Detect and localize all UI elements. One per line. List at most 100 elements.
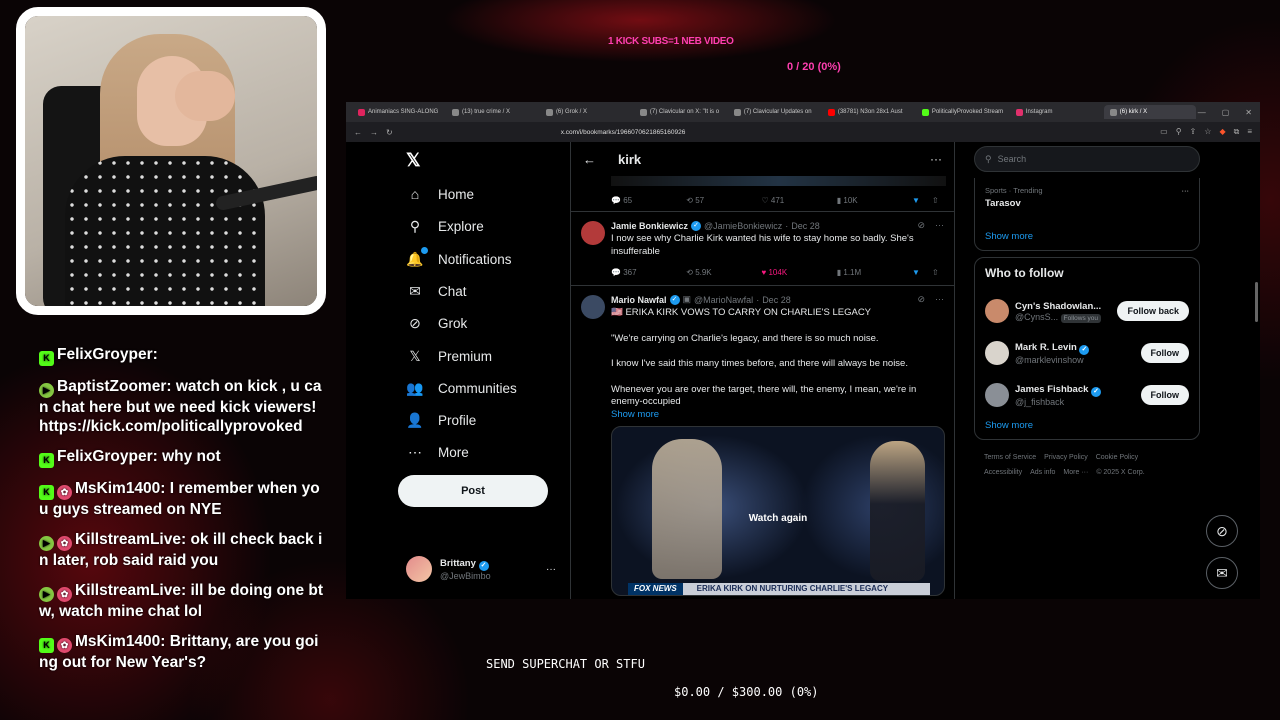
- url-field[interactable]: x.com/i/bookmarks/1966070621865160926: [561, 129, 686, 136]
- suggestion-name[interactable]: James Fishback: [1015, 384, 1088, 395]
- favicon-icon: [639, 108, 647, 116]
- browser-tab[interactable]: Animaniacs SING-ALONG: [352, 105, 444, 119]
- footer-link[interactable]: Accessibility: [984, 469, 1022, 476]
- bookmark-star-icon[interactable]: ☆: [1204, 127, 1211, 137]
- reply-button[interactable]: 💬 65: [611, 196, 686, 205]
- more-dots-icon[interactable]: ···: [930, 152, 942, 166]
- scrollbar[interactable]: [1255, 282, 1258, 322]
- avatar[interactable]: [581, 295, 605, 319]
- search-input[interactable]: ⚲ Search: [974, 146, 1200, 172]
- tweet-author-handle[interactable]: @JamieBonkiewicz: [704, 221, 782, 231]
- footer-link[interactable]: Terms of Service: [984, 454, 1036, 461]
- nav-item-more[interactable]: ⋯ More: [406, 444, 469, 461]
- grok-icon[interactable]: ⊘: [917, 220, 925, 231]
- follow-button[interactable]: Follow: [1140, 343, 1189, 363]
- tweet-author-name[interactable]: Mario Nawfal: [611, 295, 667, 305]
- follow-button[interactable]: Follow back: [1117, 301, 1189, 321]
- share-icon[interactable]: ⇪: [1190, 127, 1197, 137]
- nav-item-profile[interactable]: 👤 Profile: [406, 412, 476, 429]
- zoom-icon[interactable]: ⚲: [1176, 127, 1182, 137]
- bookmark-icon[interactable]: ▼: [912, 196, 932, 205]
- x-logo-icon[interactable]: 𝕏: [406, 150, 421, 171]
- follow-suggestion[interactable]: James Fishback ✓ @j_fishback Follow: [985, 374, 1189, 416]
- show-more-link[interactable]: Show more: [611, 409, 944, 420]
- nav-item-explore[interactable]: ⚲ Explore: [406, 218, 484, 235]
- grok-fab-icon[interactable]: ⊘: [1206, 515, 1238, 547]
- follow-button[interactable]: Follow: [1140, 385, 1189, 405]
- nav-item-communities[interactable]: 👥 Communities: [406, 380, 517, 397]
- menu-icon[interactable]: ≡: [1247, 127, 1252, 137]
- tab-label: (13) true crime / X: [461, 109, 510, 115]
- footer-link[interactable]: More ···: [1063, 469, 1088, 476]
- avatar[interactable]: [985, 299, 1009, 323]
- reply-button[interactable]: 💬 367: [611, 268, 686, 277]
- watch-again-button[interactable]: Watch again: [612, 513, 944, 524]
- reload-icon[interactable]: ↻: [386, 128, 393, 137]
- back-icon[interactable]: ←: [354, 128, 362, 137]
- footer-link[interactable]: Privacy Policy: [1044, 454, 1088, 461]
- more-dots-icon[interactable]: ···: [935, 220, 944, 231]
- nav-item-home[interactable]: ⌂ Home: [406, 186, 474, 202]
- footer-link[interactable]: Ads info: [1030, 469, 1055, 476]
- close-icon[interactable]: ✕: [1245, 108, 1252, 117]
- tweet[interactable]: Mario Nawfal ✓ ▣ @MarioNawfal · Dec 28 ⊘…: [571, 286, 954, 599]
- share-icon[interactable]: ⇧: [932, 268, 944, 277]
- show-more-link[interactable]: Show more: [985, 231, 1189, 242]
- more-dots-icon[interactable]: ···: [1182, 186, 1190, 195]
- more-dots-icon[interactable]: ···: [935, 294, 944, 305]
- maximize-icon[interactable]: ▢: [1222, 108, 1230, 117]
- account-switcher[interactable]: Brittany ✓ @JewBimbo ···: [406, 556, 556, 582]
- rumble-icon: ▶: [39, 383, 54, 398]
- footer-links: Terms of Service Privacy Policy Cookie Pol…: [974, 450, 1200, 480]
- screenshot-icon[interactable]: ▭: [1160, 127, 1168, 137]
- suggestion-name[interactable]: Cyn's Shadowlan...: [1015, 301, 1101, 312]
- browser-tab[interactable]: (7) Clavicular on X: "It is o: [634, 105, 726, 119]
- browser-tab[interactable]: Instagram: [1010, 105, 1102, 119]
- video-player[interactable]: Watch again FOX NEWS ERIKA KIRK ON NURTU…: [611, 425, 945, 596]
- post-button[interactable]: Post: [398, 475, 548, 507]
- minimize-icon[interactable]: —: [1198, 108, 1206, 117]
- views-count[interactable]: ▮ 1.1M: [837, 268, 912, 277]
- tweet[interactable]: Jamie Bonkiewicz ✓ @JamieBonkiewicz · De…: [571, 212, 954, 286]
- forward-icon[interactable]: →: [370, 128, 378, 137]
- grok-icon[interactable]: ⊘: [917, 294, 925, 305]
- more-dots-icon[interactable]: ···: [546, 564, 556, 575]
- brave-shield-icon[interactable]: ◆: [1219, 127, 1225, 137]
- nav-item-chat[interactable]: ✉ Chat: [406, 283, 466, 300]
- views-count[interactable]: ▮ 10K: [837, 196, 912, 205]
- previous-tweet[interactable]: 💬 65 ⟲ 57 ♡ 471 ▮ 10K ▼ ⇧: [571, 176, 954, 212]
- tweet-date[interactable]: Dec 28: [762, 295, 791, 305]
- browser-tab[interactable]: (6) Grok / X: [540, 105, 632, 119]
- follow-suggestion[interactable]: Mark R. Levin ✓ @marklevinshow Follow: [985, 332, 1189, 374]
- browser-tab[interactable]: (6) kirk / X: [1103, 105, 1196, 119]
- repost-button[interactable]: ⟲ 5.9K: [686, 268, 761, 277]
- suggestion-name[interactable]: Mark R. Levin: [1015, 342, 1077, 353]
- like-button[interactable]: ♡ 471: [762, 196, 837, 205]
- extensions-icon[interactable]: ⧉: [1234, 127, 1240, 137]
- avatar[interactable]: [985, 341, 1009, 365]
- browser-tab[interactable]: PoliticallyProvoked Stream: [916, 105, 1008, 119]
- tweet-author-name[interactable]: Jamie Bonkiewicz: [611, 221, 688, 231]
- messages-fab-icon[interactable]: ✉: [1206, 557, 1238, 589]
- avatar[interactable]: [985, 383, 1009, 407]
- footer-link[interactable]: Cookie Policy: [1096, 454, 1138, 461]
- tweet-author-handle[interactable]: @MarioNawfal: [694, 295, 753, 305]
- browser-tab[interactable]: (13) true crime / X: [446, 105, 538, 119]
- repost-button[interactable]: ⟲ 57: [686, 196, 761, 205]
- nav-item-grok[interactable]: ⊘ Grok: [406, 315, 467, 332]
- avatar[interactable]: [581, 221, 605, 245]
- show-more-link[interactable]: Show more: [985, 420, 1189, 431]
- nav-label: More: [438, 445, 469, 461]
- nav-item-premium[interactable]: 𝕏 Premium: [406, 348, 492, 365]
- back-arrow-icon[interactable]: ←: [583, 152, 596, 167]
- tweet-date[interactable]: Dec 28: [791, 221, 820, 231]
- browser-tab[interactable]: (7) Clavicular Updates on: [728, 105, 820, 119]
- footer-link[interactable]: © 2025 X Corp.: [1096, 469, 1144, 476]
- browser-tab[interactable]: (38781) N3on 28x1 Aust: [822, 105, 914, 119]
- nav-item-notifications[interactable]: 🔔 Notifications: [406, 246, 512, 268]
- share-icon[interactable]: ⇧: [932, 196, 944, 205]
- trend-item[interactable]: Tarasov: [985, 198, 1189, 209]
- follow-suggestion[interactable]: Cyn's Shadowlan... @CynsS... Follows you F…: [985, 290, 1189, 332]
- bookmark-icon[interactable]: ▼: [912, 268, 932, 277]
- like-button[interactable]: ♥ 104K: [762, 268, 837, 277]
